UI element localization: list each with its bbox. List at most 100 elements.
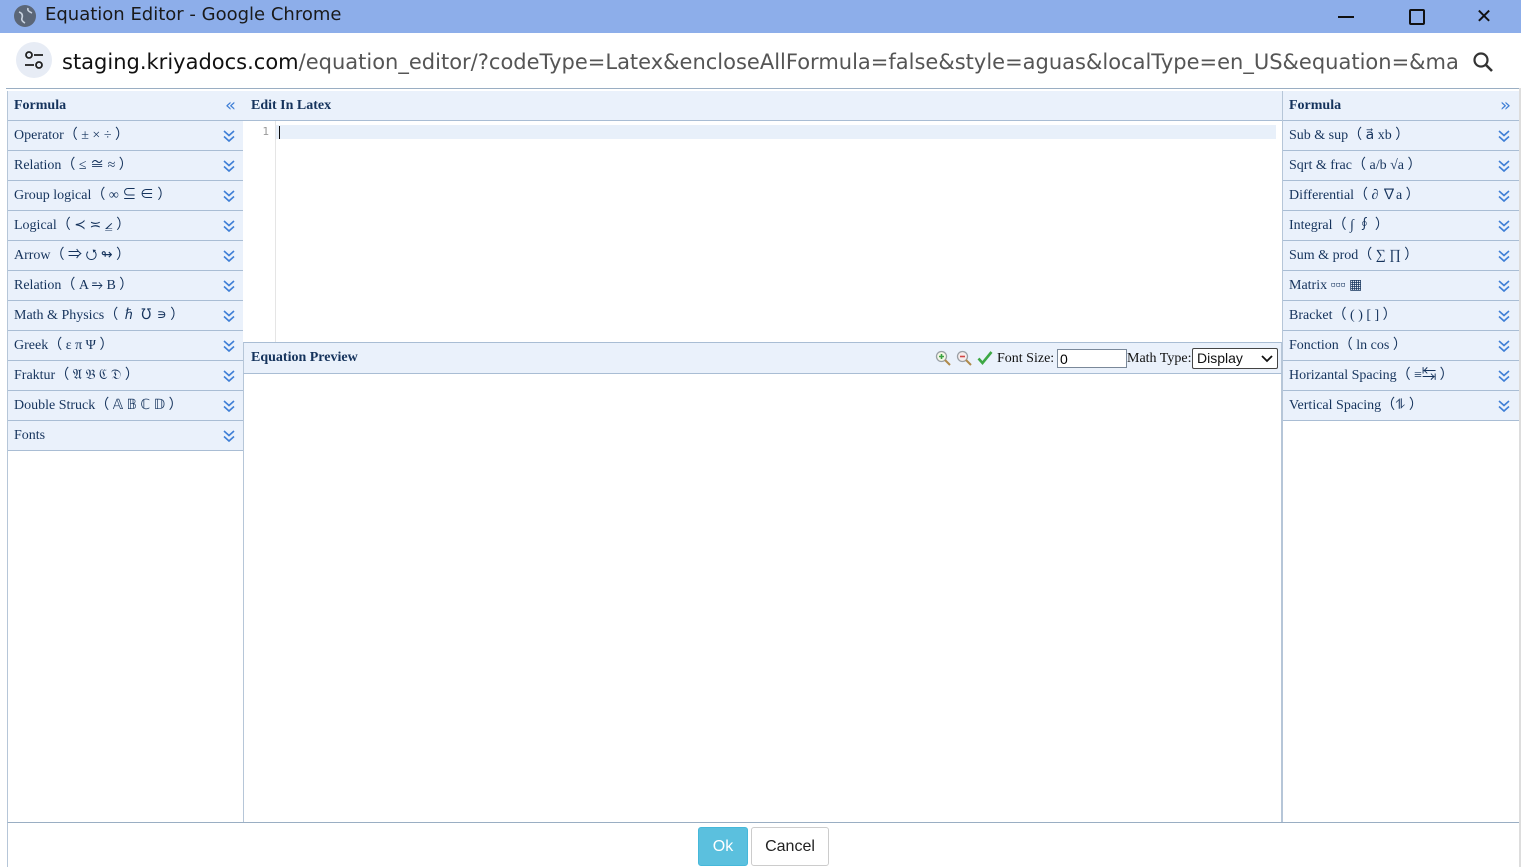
text-caret bbox=[279, 126, 280, 139]
right-formula-item[interactable]: Sum & prod（ ∑ ∏ ） bbox=[1283, 241, 1519, 271]
left-panel-title: Formula bbox=[14, 98, 67, 113]
right-formula-item-label: Vertical Spacing（⥮ ） bbox=[1289, 398, 1423, 413]
window-title: Equation Editor - Google Chrome bbox=[45, 4, 342, 25]
left-formula-item-label: Group logical（ ∞ ⊆ ∈ ） bbox=[14, 188, 172, 203]
url-text[interactable]: staging.kriyadocs.com/equation_editor/?c… bbox=[62, 50, 1457, 74]
minimize-icon bbox=[1338, 16, 1354, 18]
math-type-select[interactable]: Display bbox=[1192, 348, 1278, 369]
double-chevron-down-icon[interactable] bbox=[1498, 399, 1510, 413]
site-info-button[interactable] bbox=[16, 42, 52, 78]
right-formula-item[interactable]: Sqrt & frac（ a/b √a ） bbox=[1283, 151, 1519, 181]
center-panel: Edit In Latex 1 Equation Preview Font Si… bbox=[243, 91, 1282, 822]
double-chevron-down-icon[interactable] bbox=[223, 219, 235, 233]
math-type-label: Math Type: bbox=[1127, 351, 1192, 366]
double-chevron-down-icon[interactable] bbox=[223, 159, 235, 173]
right-formula-item[interactable]: Bracket（ ( ) [ ] ） bbox=[1283, 301, 1519, 331]
zoom-icon[interactable] bbox=[1472, 51, 1494, 73]
right-formula-item-label: Integral（ ∫ ∮ ） bbox=[1289, 218, 1389, 233]
ok-button[interactable]: Ok bbox=[698, 827, 748, 866]
left-formula-item[interactable]: Greek（ ε π Ψ ） bbox=[8, 331, 244, 361]
right-formula-item-label: Sum & prod（ ∑ ∏ ） bbox=[1289, 248, 1419, 263]
left-formula-item-label: Operator（ ± × ÷ ） bbox=[14, 128, 130, 143]
double-chevron-down-icon[interactable] bbox=[1498, 129, 1510, 143]
left-formula-item-label: Double Struck（ 𝔸 𝔹 ℂ 𝔻 ） bbox=[14, 398, 183, 413]
right-formula-item[interactable]: Fonction（ ln cos ） bbox=[1283, 331, 1519, 361]
maximize-icon bbox=[1409, 9, 1425, 25]
zoom-in-icon[interactable] bbox=[935, 350, 951, 366]
equation-preview-header: Equation Preview Font Size: Math Type: D… bbox=[243, 342, 1282, 374]
double-chevron-down-icon[interactable] bbox=[1498, 189, 1510, 203]
double-chevron-down-icon[interactable] bbox=[223, 399, 235, 413]
double-chevron-down-icon[interactable] bbox=[223, 129, 235, 143]
left-formula-item[interactable]: Arrow（ ⇒ ⭯ ↬ ） bbox=[8, 241, 244, 271]
url-host: staging.kriyadocs.com bbox=[62, 50, 299, 74]
font-size-label: Font Size: bbox=[997, 351, 1055, 366]
double-chevron-down-icon[interactable] bbox=[223, 309, 235, 323]
right-formula-item[interactable]: Horizantal Spacing（ ≡↹ ） bbox=[1283, 361, 1519, 391]
dialog-footer: Ok Cancel bbox=[7, 822, 1520, 867]
close-icon: ✕ bbox=[1475, 4, 1493, 28]
double-chevron-down-icon[interactable] bbox=[223, 249, 235, 263]
maximize-button[interactable] bbox=[1388, 0, 1444, 33]
tune-icon bbox=[25, 51, 43, 69]
active-line-highlight bbox=[276, 125, 1276, 139]
equation-editor-app: Formula « Operator（ ± × ÷ ） Relation（ ≤ ≅… bbox=[6, 88, 1520, 868]
collapse-right-icon[interactable]: » bbox=[1500, 91, 1511, 120]
double-chevron-down-icon[interactable] bbox=[1498, 249, 1510, 263]
double-chevron-down-icon[interactable] bbox=[1498, 219, 1510, 233]
minimize-button[interactable] bbox=[1318, 0, 1374, 33]
right-formula-panel: Formula » Sub & sup（ a⃗ xb ） Sqrt & frac（… bbox=[1282, 91, 1520, 822]
address-bar: staging.kriyadocs.com/equation_editor/?c… bbox=[6, 38, 1518, 86]
font-size-input[interactable] bbox=[1057, 349, 1127, 368]
double-chevron-down-icon[interactable] bbox=[223, 369, 235, 383]
left-panel-header: Formula « bbox=[8, 91, 244, 121]
left-formula-item[interactable]: Math & Physics（ ℏ ℧ ∍ ） bbox=[8, 301, 244, 331]
right-accordion: Sub & sup（ a⃗ xb ） Sqrt & frac（ a/b √a ） D… bbox=[1283, 121, 1519, 421]
right-formula-item-label: Matrix ▫▫▫ ▦ bbox=[1289, 278, 1363, 293]
right-formula-item[interactable]: Matrix ▫▫▫ ▦ bbox=[1283, 271, 1519, 301]
right-formula-item[interactable]: Sub & sup（ a⃗ xb ） bbox=[1283, 121, 1519, 151]
left-formula-item[interactable]: Double Struck（ 𝔸 𝔹 ℂ 𝔻 ） bbox=[8, 391, 244, 421]
latex-code-editor[interactable]: 1 bbox=[243, 121, 1282, 342]
left-formula-item-label: Fraktur（ 𝔄 𝔅 ℭ 𝔇 ） bbox=[14, 368, 139, 383]
line-gutter: 1 bbox=[243, 121, 276, 342]
right-formula-item[interactable]: Vertical Spacing（⥮ ） bbox=[1283, 391, 1519, 421]
close-window-button[interactable]: ✕ bbox=[1456, 0, 1512, 33]
math-type-value: Display bbox=[1197, 350, 1243, 366]
double-chevron-down-icon[interactable] bbox=[223, 429, 235, 443]
right-formula-item-label: Horizantal Spacing（ ≡↹ ） bbox=[1289, 368, 1454, 383]
double-chevron-down-icon[interactable] bbox=[1498, 369, 1510, 383]
latex-editor-title: Edit In Latex bbox=[251, 98, 332, 113]
double-chevron-down-icon[interactable] bbox=[1498, 159, 1510, 173]
right-formula-item-label: Sqrt & frac（ a/b √a ） bbox=[1289, 158, 1422, 173]
double-chevron-down-icon[interactable] bbox=[1498, 279, 1510, 293]
left-formula-item-label: Greek（ ε π Ψ ） bbox=[14, 338, 114, 353]
cancel-button[interactable]: Cancel bbox=[751, 827, 829, 866]
right-formula-item[interactable]: Differential（ ∂ ∇a ） bbox=[1283, 181, 1519, 211]
equation-preview-area bbox=[243, 374, 1282, 822]
left-accordion: Operator（ ± × ÷ ） Relation（ ≤ ≅ ≈ ） Group … bbox=[8, 121, 244, 451]
right-formula-item-label: Bracket（ ( ) [ ] ） bbox=[1289, 308, 1397, 323]
left-formula-item-label: Logical（ ≺ ≍ ⦤ ） bbox=[14, 218, 131, 233]
double-chevron-down-icon[interactable] bbox=[1498, 309, 1510, 323]
zoom-out-icon[interactable] bbox=[956, 350, 972, 366]
left-formula-item[interactable]: Operator（ ± × ÷ ） bbox=[8, 121, 244, 151]
double-chevron-down-icon[interactable] bbox=[1498, 339, 1510, 353]
left-formula-panel: Formula « Operator（ ± × ÷ ） Relation（ ≤ ≅… bbox=[7, 91, 245, 822]
left-formula-item[interactable]: Fraktur（ 𝔄 𝔅 ℭ 𝔇 ） bbox=[8, 361, 244, 391]
left-formula-item[interactable]: Group logical（ ∞ ⊆ ∈ ） bbox=[8, 181, 244, 211]
double-chevron-down-icon[interactable] bbox=[223, 189, 235, 203]
double-chevron-down-icon[interactable] bbox=[223, 339, 235, 353]
right-formula-item[interactable]: Integral（ ∫ ∮ ） bbox=[1283, 211, 1519, 241]
equation-preview-title: Equation Preview bbox=[251, 350, 358, 365]
left-formula-item[interactable]: Relation（ A ⥱ B ） bbox=[8, 271, 244, 301]
double-chevron-down-icon[interactable] bbox=[223, 279, 235, 293]
left-formula-item[interactable]: Logical（ ≺ ≍ ⦤ ） bbox=[8, 211, 244, 241]
apply-check-icon[interactable] bbox=[977, 350, 993, 366]
url-path: /equation_editor/?codeType=Latex&enclose… bbox=[298, 50, 1457, 74]
collapse-left-icon[interactable]: « bbox=[225, 91, 236, 120]
left-formula-item[interactable]: Relation（ ≤ ≅ ≈ ） bbox=[8, 151, 244, 181]
right-formula-item-label: Fonction（ ln cos ） bbox=[1289, 338, 1407, 353]
left-formula-item[interactable]: Fonts bbox=[8, 421, 244, 451]
right-formula-item-label: Sub & sup（ a⃗ xb ） bbox=[1289, 128, 1410, 143]
